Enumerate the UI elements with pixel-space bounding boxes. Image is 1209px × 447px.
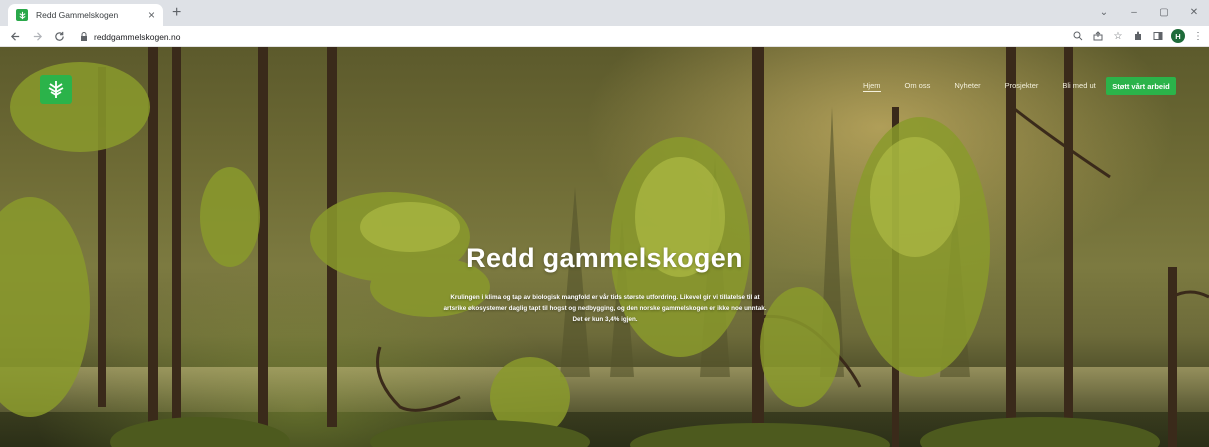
menu-icon[interactable]: ⋮	[1191, 27, 1205, 45]
tab-search-button[interactable]: ⌄	[1089, 2, 1119, 22]
hero-title: Redd gammelskogen	[466, 243, 743, 273]
close-window-button[interactable]: ✕	[1179, 2, 1209, 22]
nav-item-prosjekter[interactable]: Prosjekter	[1005, 81, 1039, 92]
nav-item-nyheter[interactable]: Nyheter	[954, 81, 980, 92]
sidepanel-icon[interactable]	[1151, 27, 1165, 45]
lock-icon[interactable]	[80, 32, 88, 41]
new-tab-button[interactable]: +	[172, 4, 181, 22]
browser-toolbar: reddgammelskogen.no ☆ H ⋮	[0, 26, 1209, 47]
site-logo[interactable]	[40, 75, 72, 104]
main-navigation: Hjem Om oss Nyheter Prosjekter Bli med u…	[863, 81, 1120, 92]
nav-item-om-oss[interactable]: Om oss	[905, 81, 931, 92]
zoom-icon[interactable]	[1071, 27, 1085, 45]
forward-icon[interactable]	[28, 27, 46, 45]
toolbar-actions: ☆ H ⋮	[1071, 27, 1205, 45]
tab-strip: Redd Gammelskogen × + ⌄ – ▢ ✕	[0, 0, 1209, 26]
share-icon[interactable]	[1091, 27, 1105, 45]
reload-icon[interactable]	[50, 27, 68, 45]
profile-avatar[interactable]: H	[1171, 29, 1185, 43]
support-cta-button[interactable]: Støtt vårt arbeid	[1106, 77, 1176, 95]
browser-tab[interactable]: Redd Gammelskogen ×	[8, 4, 163, 26]
tab-close-button[interactable]: ×	[148, 9, 155, 21]
back-icon[interactable]	[6, 27, 24, 45]
tab-title: Redd Gammelskogen	[36, 10, 119, 20]
hero-description: Krulingen i klima og tap av biologisk ma…	[443, 294, 767, 323]
nav-item-bli-med-ut[interactable]: Bli med ut	[1062, 81, 1095, 92]
extensions-icon[interactable]	[1131, 27, 1145, 45]
url-text: reddgammelskogen.no	[94, 31, 181, 42]
logo-tree-icon	[48, 81, 64, 98]
star-icon[interactable]: ☆	[1111, 27, 1125, 45]
address-bar[interactable]: reddgammelskogen.no	[80, 28, 1080, 45]
favicon-icon	[16, 9, 28, 21]
minimize-button[interactable]: –	[1119, 2, 1149, 22]
page-viewport: Hjem Om oss Nyheter Prosjekter Bli med u…	[0, 47, 1209, 447]
maximize-button[interactable]: ▢	[1149, 2, 1179, 22]
window-controls: ⌄ – ▢ ✕	[1089, 2, 1209, 22]
nav-item-hjem[interactable]: Hjem	[863, 81, 881, 92]
